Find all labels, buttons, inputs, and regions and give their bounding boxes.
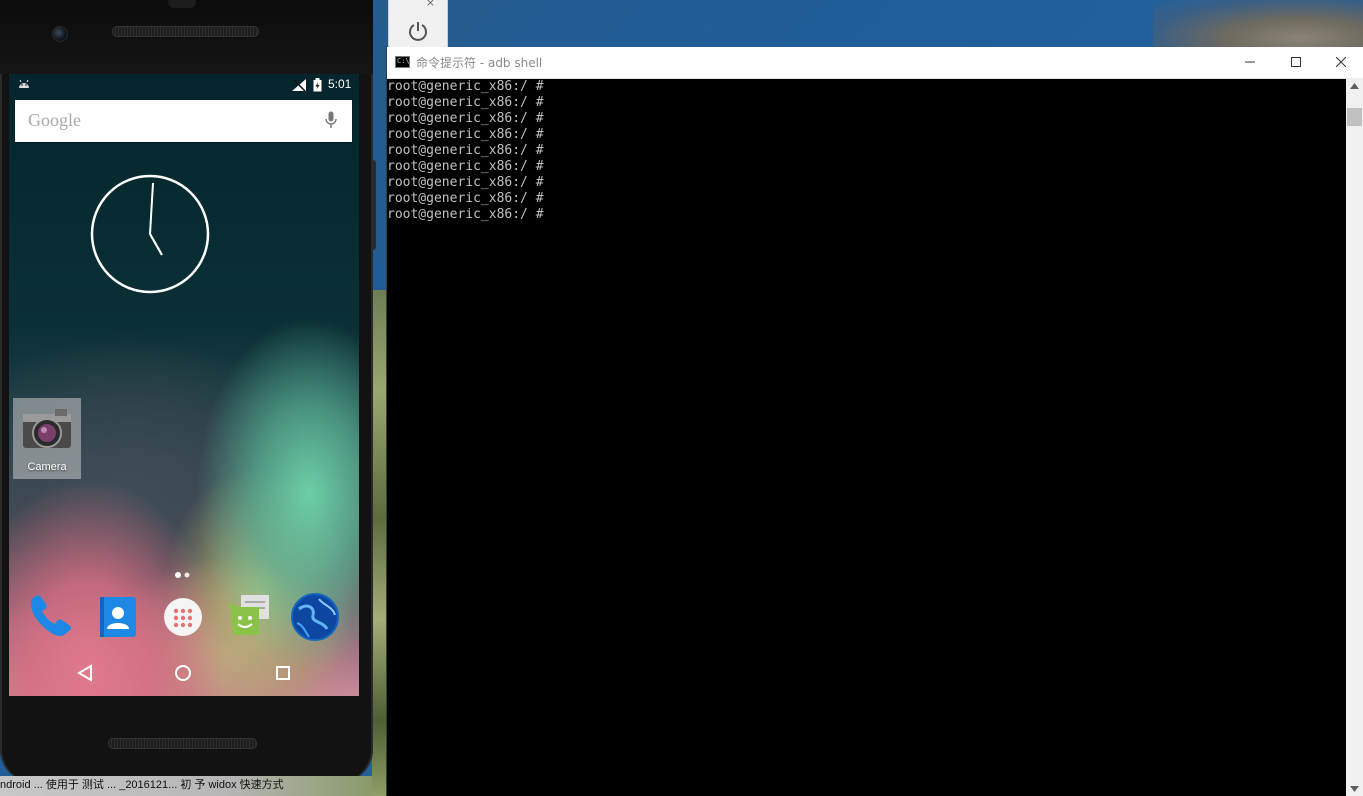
cmd-app-icon: C:\: [395, 56, 410, 68]
terminal-line: root@generic_x86:/ #: [387, 143, 544, 158]
status-bar: 5:01: [9, 74, 359, 96]
browser-icon[interactable]: [289, 589, 343, 643]
status-time: 5:01: [328, 77, 352, 91]
analog-clock-widget[interactable]: [89, 173, 211, 295]
vertical-scrollbar[interactable]: [1346, 78, 1363, 796]
command-prompt-window: C:\ 命令提示符 - adb shell root@generic_x86:/…: [386, 47, 1363, 796]
window-titlebar[interactable]: C:\ 命令提示符 - adb shell: [387, 47, 1363, 79]
desktop-wallpaper-rock: [1153, 0, 1363, 48]
terminal-line: root@generic_x86:/ #: [387, 111, 544, 126]
front-camera: [52, 26, 68, 42]
window-title: 命令提示符 - adb shell: [416, 56, 543, 70]
android-notification-icon: [19, 79, 29, 88]
close-button[interactable]: [1318, 47, 1363, 77]
close-icon: [1336, 57, 1346, 67]
app-dock: [9, 589, 359, 647]
device-screen: 5:01 Google Camera: [9, 74, 359, 696]
terminal-line: root@generic_x86:/ #: [387, 207, 544, 222]
power-icon[interactable]: [407, 20, 429, 46]
minimize-button[interactable]: [1227, 47, 1273, 77]
minimize-icon: [1245, 61, 1255, 63]
back-icon[interactable]: [77, 664, 93, 682]
signal-icon: [292, 79, 306, 91]
search-placeholder: Google: [28, 110, 81, 130]
side-button[interactable]: [371, 160, 376, 250]
device-notch: [168, 0, 196, 8]
android-emulator-device: 5:01 Google Camera: [0, 0, 376, 783]
terminal-line: root@generic_x86:/ #: [387, 127, 544, 142]
camera-icon: [23, 409, 71, 448]
mic-icon[interactable]: [325, 111, 337, 130]
power-widget-close-button[interactable]: ×: [426, 0, 435, 9]
scrollbar-thumb[interactable]: [1347, 108, 1362, 126]
scroll-up-arrow-icon[interactable]: [1350, 83, 1359, 89]
power-widget: ×: [388, 0, 448, 48]
camera-app-shortcut[interactable]: Camera: [13, 398, 81, 479]
top-speaker: [112, 26, 259, 37]
terminal-line: root@generic_x86:/ #: [387, 175, 544, 190]
navigation-bar: [9, 654, 359, 696]
taskbar-fragment: ndroid ... 使用于 测试 ... _2016121... 初 予 wi…: [0, 776, 372, 796]
camera-app-label: Camera: [27, 461, 67, 473]
recents-icon[interactable]: [275, 664, 291, 682]
scroll-down-arrow-icon[interactable]: [1350, 786, 1359, 792]
clock-hour-hand: [149, 233, 163, 256]
maximize-icon: [1291, 57, 1301, 67]
app-drawer-icon[interactable]: [157, 589, 211, 643]
home-icon[interactable]: [174, 664, 192, 682]
maximize-button[interactable]: [1273, 47, 1319, 77]
google-search-bar[interactable]: Google: [15, 100, 352, 142]
terminal-line: root@generic_x86:/ #: [387, 79, 544, 94]
clock-minute-hand: [149, 182, 154, 235]
terminal-output[interactable]: root@generic_x86:/ # root@generic_x86:/ …: [387, 79, 1347, 796]
messaging-icon[interactable]: [223, 589, 277, 643]
contacts-icon[interactable]: [91, 589, 145, 643]
battery-icon: [313, 78, 322, 92]
terminal-line: root@generic_x86:/ #: [387, 191, 544, 206]
terminal-line: root@generic_x86:/ #: [387, 95, 544, 110]
page-indicator: [175, 572, 190, 578]
terminal-line: root@generic_x86:/ #: [387, 159, 544, 174]
bottom-speaker: [108, 738, 257, 749]
phone-icon[interactable]: [24, 589, 78, 643]
